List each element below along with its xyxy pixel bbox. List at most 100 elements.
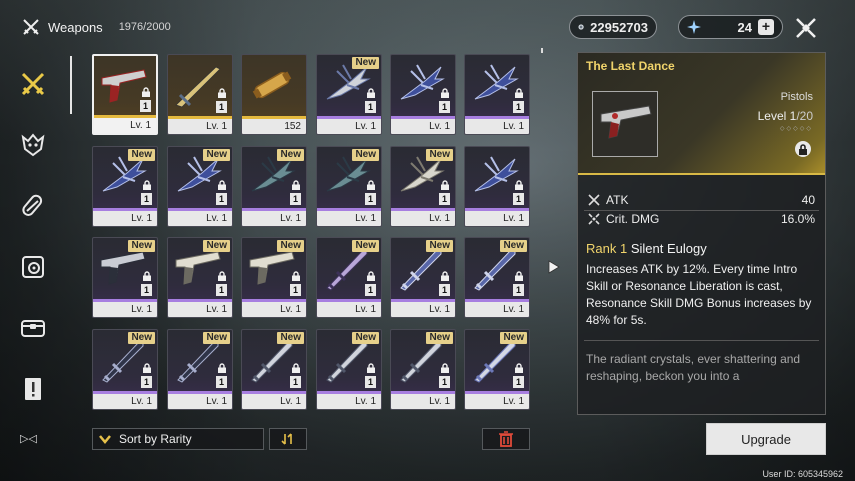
rank-badge: 1 <box>439 376 450 388</box>
weapon-card[interactable]: New 1 Lv. 1 <box>92 329 158 410</box>
weapon-level: Lv. 1 <box>465 302 529 317</box>
lock-icon <box>292 271 300 281</box>
rank-badge: 1 <box>216 376 227 388</box>
weapon-level: Lv. 1 <box>317 302 381 317</box>
weapon-card[interactable]: New 1 Lv. 1 <box>167 237 233 318</box>
weapon-level: Lv. 1 <box>465 394 529 409</box>
shell-credit-icon <box>578 24 584 30</box>
weapon-detail-panel: The Last Dance Pistols Level 1/20 ◇◇◇◇◇ … <box>577 52 826 415</box>
weapon-level: Lv. 1 <box>465 119 529 134</box>
lock-icon <box>441 180 449 190</box>
weapon-card[interactable]: New 1 Lv. 1 <box>316 146 382 227</box>
weapon-card[interactable]: 1 Lv. 1 <box>464 54 530 135</box>
weapon-card[interactable]: New 1 Lv. 1 <box>390 237 456 318</box>
sort-label: Sort by Rarity <box>119 432 192 446</box>
weapon-card[interactable]: 1 Lv. 1 <box>92 54 158 135</box>
scrollbar[interactable] <box>541 48 543 53</box>
weapon-level: Lv. 1 <box>93 394 157 409</box>
weapon-level: Lv. 1 <box>242 394 306 409</box>
lock-icon <box>515 180 523 190</box>
add-astrite-button[interactable]: + <box>758 19 774 35</box>
rank-badge: 1 <box>365 284 376 296</box>
weapon-card[interactable]: New 1 Lv. 1 <box>464 237 530 318</box>
weapon-level: Lv. 1 <box>94 118 156 133</box>
weapon-card[interactable]: New 1 Lv. 1 <box>92 146 158 227</box>
weapon-detail-header: The Last Dance Pistols Level 1/20 ◇◇◇◇◇ <box>578 53 825 175</box>
weapon-card[interactable]: 152 <box>241 54 307 135</box>
weapon-card[interactable]: New 1 Lv. 1 <box>167 146 233 227</box>
weapon-level: Lv. 1 <box>465 211 529 226</box>
page-title: Weapons <box>48 19 103 35</box>
weapon-card[interactable]: 1 Lv. 1 <box>390 54 456 135</box>
upgrade-button[interactable]: Upgrade <box>706 423 826 455</box>
rank-badge: 1 <box>513 284 524 296</box>
lock-icon <box>218 88 226 98</box>
passive-name: Silent Eulogy <box>630 241 707 256</box>
sort-dropdown[interactable]: Sort by Rarity <box>92 428 264 450</box>
rank-badge: 1 <box>216 193 227 205</box>
weapon-name: The Last Dance <box>586 59 675 73</box>
rank-badge: 1 <box>365 101 376 113</box>
weapon-card[interactable]: New 1 Lv. 1 <box>241 146 307 227</box>
sidebar-item-weapons[interactable] <box>15 66 51 102</box>
lock-icon <box>218 271 226 281</box>
sort-order-button[interactable] <box>269 428 307 450</box>
sidebar-item-quest-items[interactable] <box>15 371 51 407</box>
weapon-card[interactable]: New 1 Lv. 1 <box>464 329 530 410</box>
rank-badge: 1 <box>439 193 450 205</box>
astrite-display[interactable]: 24 + <box>678 15 783 39</box>
sidebar-item-consumables[interactable] <box>15 310 51 346</box>
weapon-card[interactable]: New 1 Lv. 1 <box>167 329 233 410</box>
lock-icon <box>143 363 151 373</box>
mouse-cursor-icon <box>548 260 560 274</box>
weapons-icon <box>21 72 45 96</box>
weapon-card[interactable]: 1 Lv. 1 <box>464 146 530 227</box>
weapon-card[interactable]: New 1 Lv. 1 <box>316 237 382 318</box>
close-icon[interactable] <box>794 16 818 40</box>
page-header: Weapons 1976/2000 <box>22 18 171 36</box>
lock-icon <box>367 180 375 190</box>
weapon-level: Lv. 1 <box>168 302 232 317</box>
chevron-down-icon <box>99 435 111 444</box>
new-badge: New <box>277 240 304 252</box>
sidebar-item-resources[interactable] <box>15 249 51 285</box>
rank-badge: 1 <box>290 193 301 205</box>
weapon-level: Lv. 1 <box>317 394 381 409</box>
tuner-icon <box>252 71 292 99</box>
level-max: /20 <box>796 109 813 123</box>
sidebar-item-supplies[interactable] <box>15 188 51 224</box>
lock-icon <box>441 88 449 98</box>
weapon-card[interactable]: New 1 Lv. 1 <box>241 237 307 318</box>
new-badge: New <box>352 149 379 161</box>
lock-toggle[interactable] <box>795 141 811 157</box>
weapon-card[interactable]: New 1 Lv. 1 <box>92 237 158 318</box>
new-badge: New <box>352 57 379 69</box>
lock-icon <box>367 271 375 281</box>
weapon-card[interactable]: 1 Lv. 1 <box>167 54 233 135</box>
weapon-level: Lv. 1 <box>168 394 232 409</box>
weapon-level: 152 <box>242 119 306 134</box>
echo-icon <box>21 133 45 157</box>
dismantle-button[interactable] <box>482 428 530 450</box>
collapse-toggle[interactable]: ▷◁ <box>20 432 37 445</box>
shell-credit-display[interactable]: 22952703 <box>569 15 657 39</box>
lock-icon <box>218 363 226 373</box>
sidebar-item-echo[interactable] <box>15 127 51 163</box>
lock-icon <box>799 143 807 155</box>
rank-badge: 1 <box>141 376 152 388</box>
rank-badge: 1 <box>141 193 152 205</box>
weapon-card[interactable]: New 1 Lv. 1 <box>316 54 382 135</box>
rank-badge: 1 <box>513 101 524 113</box>
crossed-swords-icon <box>23 19 39 35</box>
weapon-card[interactable]: New 1 Lv. 1 <box>241 329 307 410</box>
lock-icon <box>143 180 151 190</box>
weapon-level: Lv. 1 <box>391 211 455 226</box>
weapon-card[interactable]: New 1 Lv. 1 <box>390 146 456 227</box>
weapon-card[interactable]: New 1 Lv. 1 <box>390 329 456 410</box>
rank-badge: 1 <box>439 101 450 113</box>
weapon-level: Lv. 1 <box>242 302 306 317</box>
new-badge: New <box>277 149 304 161</box>
weapon-card[interactable]: New 1 Lv. 1 <box>316 329 382 410</box>
stat-label: Crit. DMG <box>606 212 660 226</box>
weapon-thumbnail <box>592 91 658 157</box>
